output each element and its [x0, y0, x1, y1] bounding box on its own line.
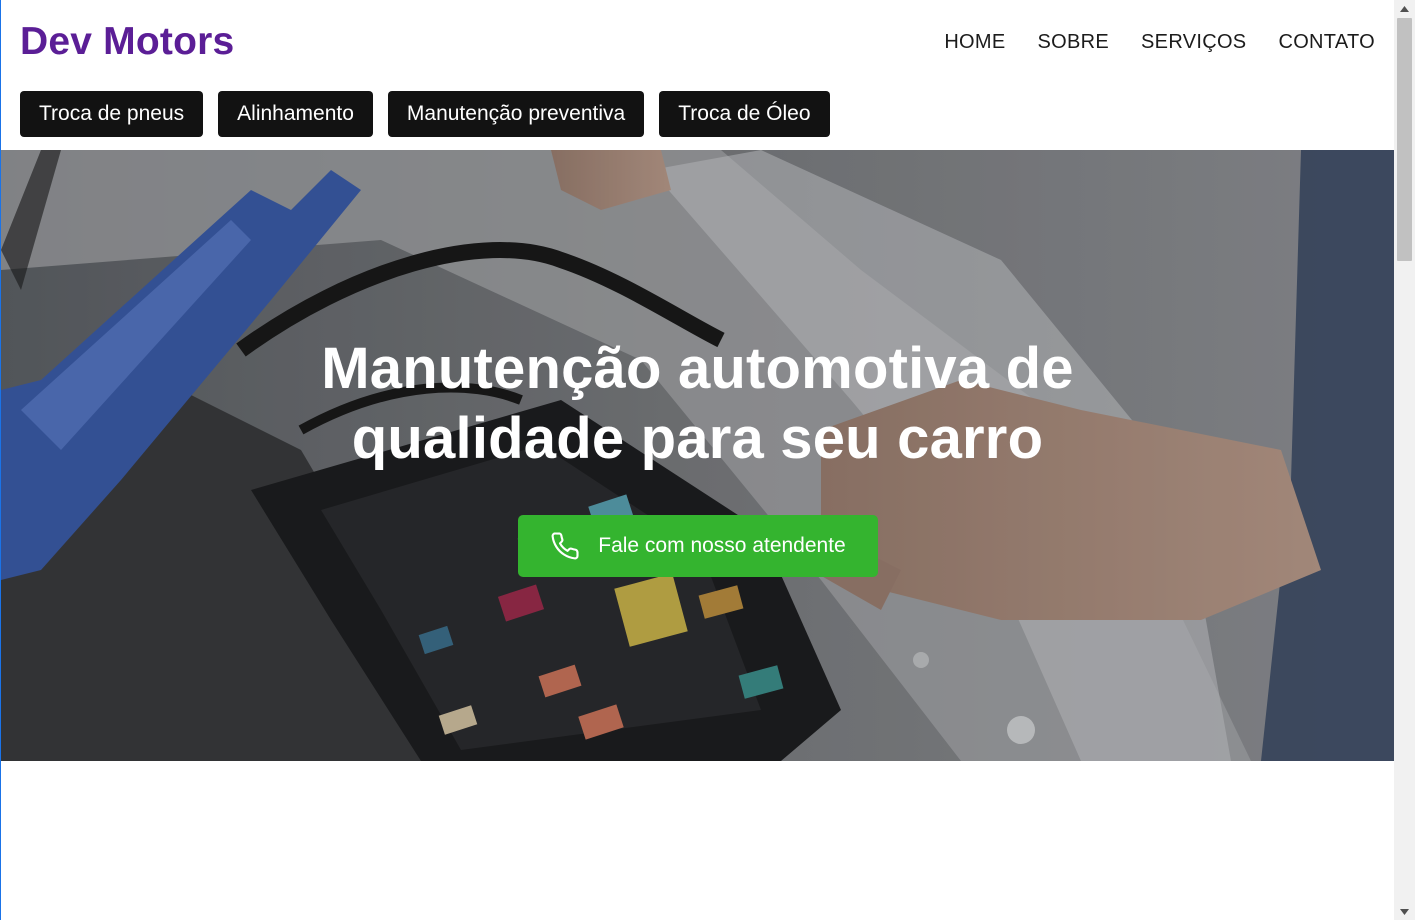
browser-viewport: Dev Motors HOME SOBRE SERVIÇOS CONTATO T…	[0, 0, 1415, 920]
scroll-down-arrow-icon[interactable]	[1394, 903, 1415, 920]
contact-attendant-label: Fale com nosso atendente	[598, 534, 846, 557]
troca-de-pneus-button[interactable]: Troca de pneus	[20, 91, 204, 137]
site-logo[interactable]: Dev Motors	[20, 18, 234, 66]
contact-attendant-button[interactable]: Fale com nosso atendente	[518, 515, 878, 577]
alinhamento-button[interactable]: Alinhamento	[218, 91, 373, 137]
nav-servicos[interactable]: SERVIÇOS	[1141, 28, 1246, 56]
nav-home[interactable]: HOME	[944, 28, 1005, 56]
hero-title-line-1: Manutenção automotiva de	[321, 336, 1074, 401]
hero-title-line-2: qualidade para seu carro	[351, 406, 1044, 471]
scrollbar-thumb[interactable]	[1397, 18, 1412, 261]
main-nav: HOME SOBRE SERVIÇOS CONTATO	[944, 28, 1375, 56]
page-scrollbar[interactable]	[1394, 0, 1415, 920]
site-header: Dev Motors HOME SOBRE SERVIÇOS CONTATO T…	[1, 0, 1394, 150]
phone-icon	[550, 531, 580, 561]
service-buttons: Troca de pneus Alinhamento Manutenção pr…	[20, 91, 830, 137]
manutencao-preventiva-button[interactable]: Manutenção preventiva	[387, 91, 645, 137]
scroll-up-arrow-icon[interactable]	[1394, 0, 1415, 17]
nav-sobre[interactable]: SOBRE	[1038, 28, 1110, 56]
nav-contato[interactable]: CONTATO	[1278, 28, 1375, 56]
hero-banner: Manutenção automotiva de qualidade para …	[1, 150, 1394, 761]
hero-title: Manutenção automotiva de qualidade para …	[1, 334, 1394, 474]
troca-de-oleo-button[interactable]: Troca de Óleo	[659, 91, 830, 137]
